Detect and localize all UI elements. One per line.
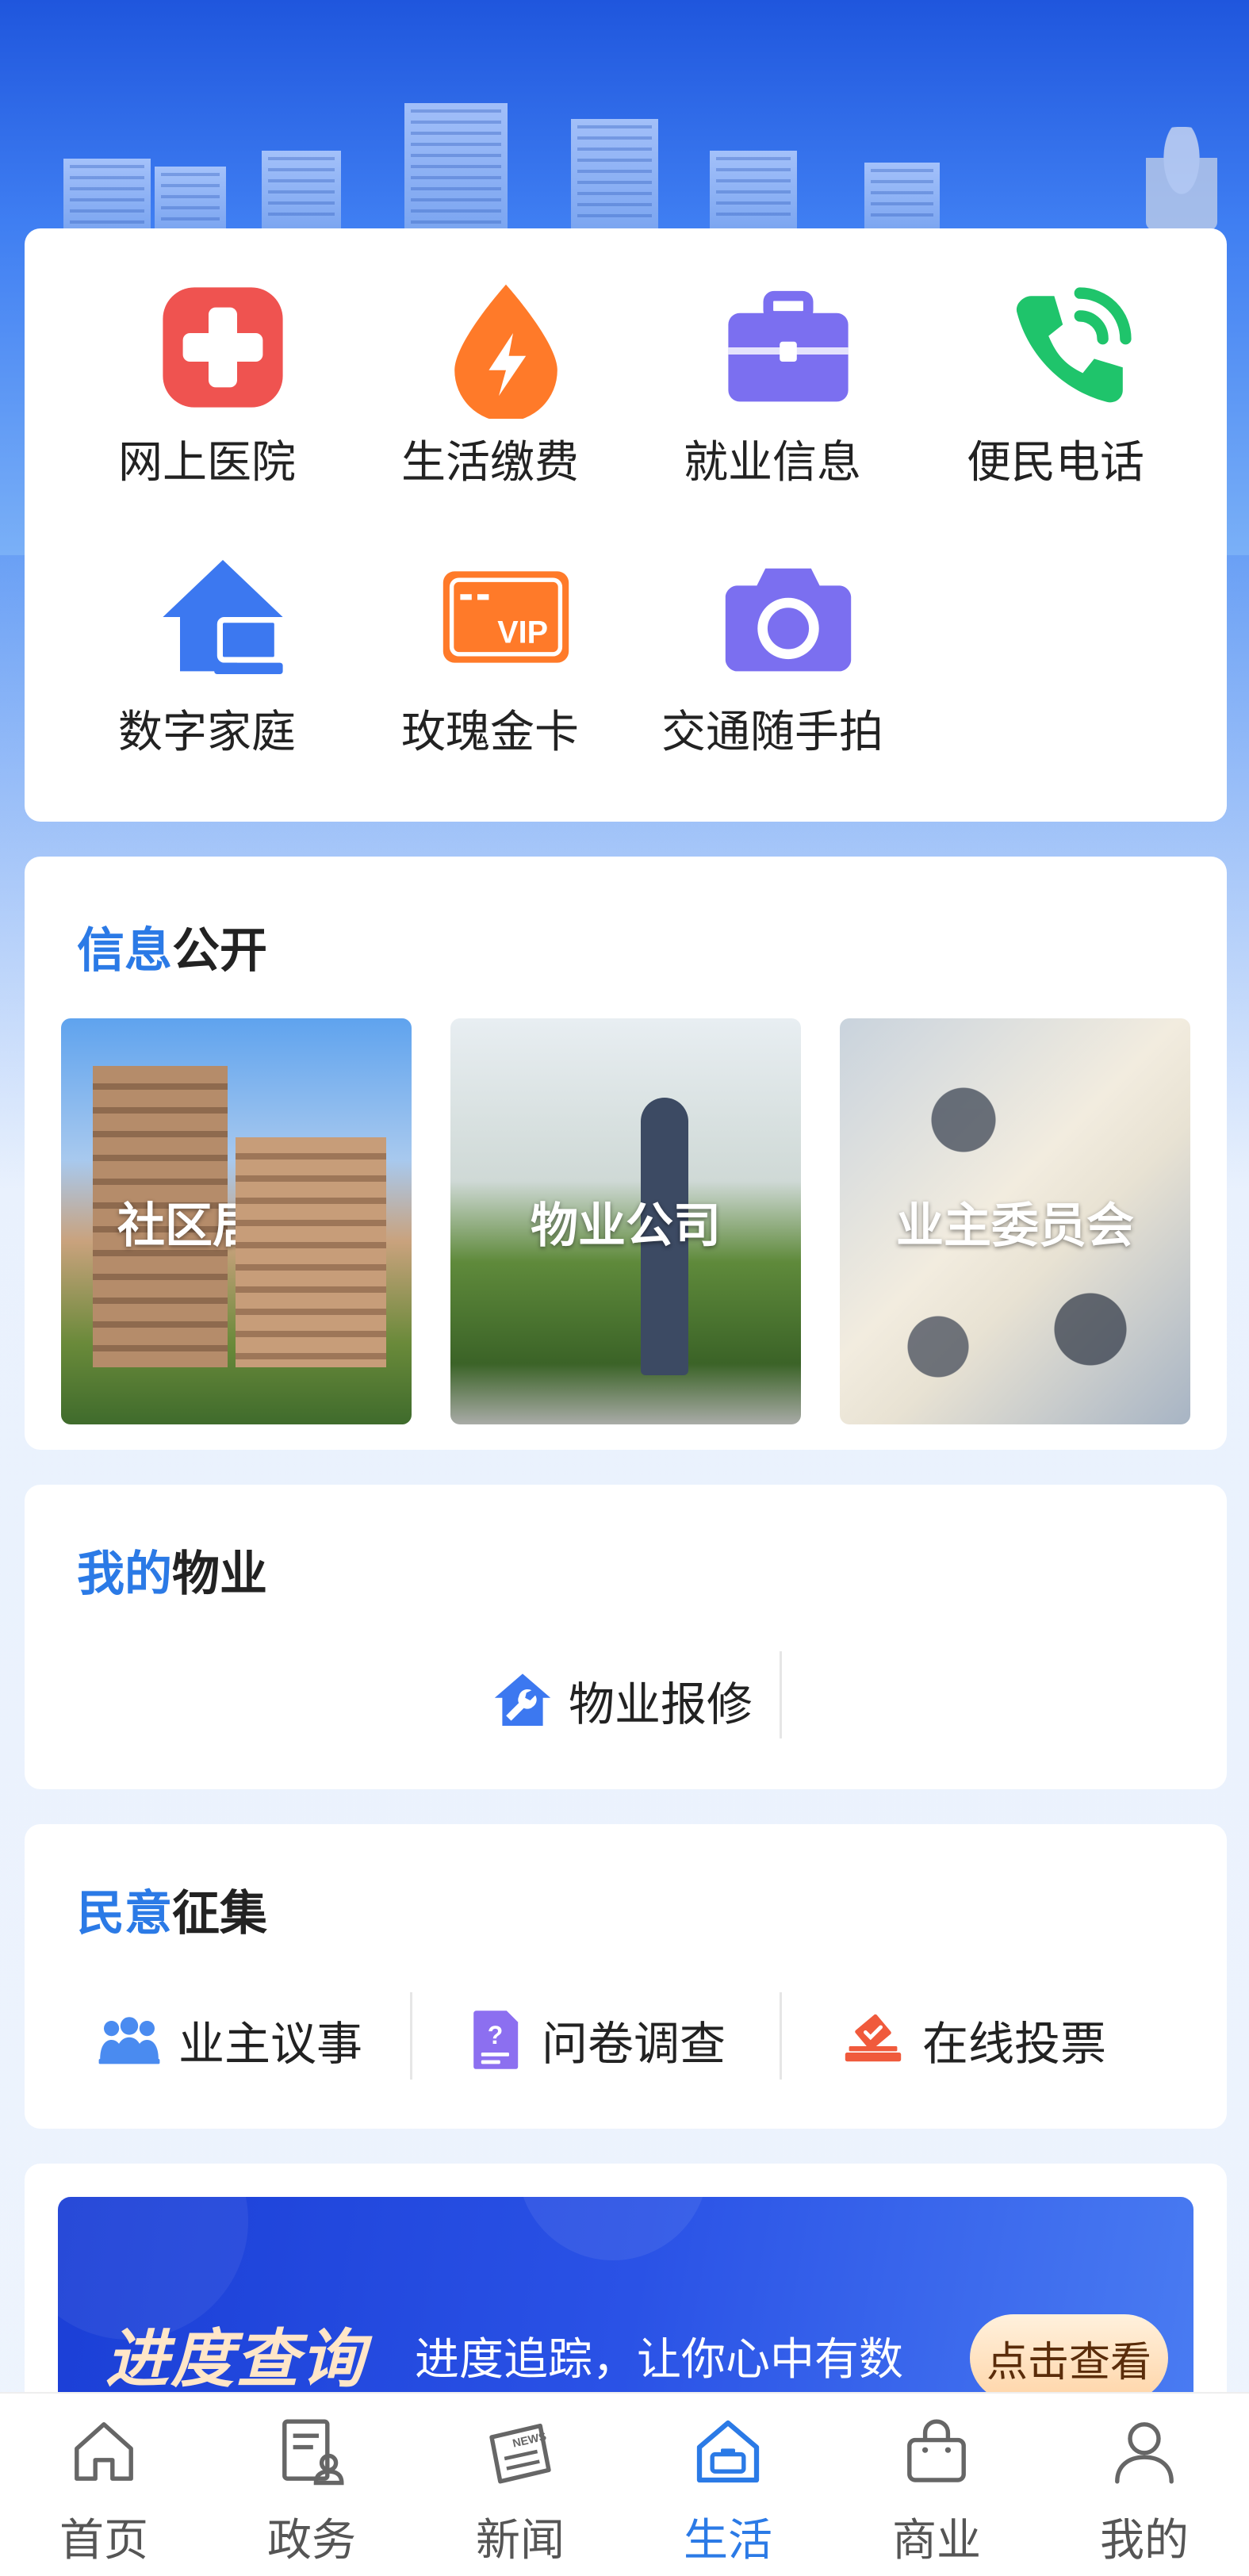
service-label: 生活缴费 [401, 437, 579, 489]
skyline-building [63, 159, 151, 230]
home-computer-icon [163, 560, 283, 674]
government-doc-icon [282, 2419, 344, 2486]
service-label: 便民电话 [967, 437, 1144, 489]
section-title-rest: 公开 [172, 923, 267, 979]
user-icon [1115, 2422, 1174, 2484]
service-label: 就业信息 [684, 437, 861, 489]
shopping-bag-icon [907, 2419, 966, 2482]
skyline-building [710, 151, 797, 230]
service-digital-home[interactable]: 数字家庭 [88, 498, 326, 758]
skyline-building [262, 151, 341, 230]
info-public-card: 信息公开 社区居委会 物业公司 业主委员会 [25, 857, 1227, 1450]
tab-business[interactable]: 商业 [833, 2394, 1040, 2576]
tab-government[interactable]: 政务 [208, 2394, 416, 2576]
section-title: 民意征集 [77, 1875, 267, 1944]
service-rose-gold-card[interactable]: VIP 玫瑰金卡 [371, 498, 609, 758]
service-utility-bills[interactable]: 生活缴费 [371, 228, 609, 489]
svg-text:VIP: VIP [497, 615, 548, 650]
svg-text:?: ? [488, 2021, 504, 2049]
service-label: 玫瑰金卡 [401, 707, 579, 758]
service-label: 网上医院 [118, 437, 296, 489]
tab-news[interactable]: NEWS 新闻 [416, 2394, 624, 2576]
online-voting-button[interactable]: 在线投票 [841, 2000, 1106, 2080]
divider [410, 1992, 412, 2080]
tab-label: 商业 [892, 2515, 981, 2566]
tile-label: 社区居委会 [117, 1198, 355, 1254]
life-icon [696, 2420, 760, 2483]
property-repair-button[interactable]: 物业报修 [491, 1659, 753, 1742]
service-label: 数字家庭 [118, 707, 296, 758]
divider [780, 1651, 782, 1738]
my-property-card: 我的物业 物业报修 [25, 1485, 1227, 1789]
online-voting-label: 在线投票 [922, 2017, 1107, 2071]
service-label: 交通随手拍 [661, 707, 883, 758]
skyline-building [864, 163, 940, 230]
newspaper-icon: NEWS [489, 2423, 551, 2484]
divider [780, 1992, 782, 2080]
tab-label: 生活 [684, 2515, 772, 2566]
tab-mine[interactable]: 我的 [1040, 2394, 1248, 2576]
questionnaire-icon: ? [473, 2011, 519, 2069]
section-title: 我的物业 [77, 1535, 267, 1604]
tile-property-company[interactable]: 物业公司 [450, 1018, 801, 1424]
decor-circle [518, 2197, 708, 2260]
tab-label: 新闻 [476, 2515, 565, 2566]
tile-owners-committee[interactable]: 业主委员会 [840, 1018, 1190, 1424]
service-employment-info[interactable]: 就业信息 [653, 228, 891, 489]
section-title-rest: 征集 [172, 1886, 267, 1942]
progress-query-subtitle: 进度追踪，让你心中有数 [415, 2334, 903, 2386]
tab-home[interactable]: 首页 [0, 2394, 208, 2576]
section-title-highlight: 信息 [77, 923, 172, 979]
questionnaire-button[interactable]: ? 问卷调查 [469, 2000, 726, 2080]
service-traffic-photo[interactable]: 交通随手拍 [653, 498, 891, 758]
people-group-icon [98, 2017, 160, 2064]
skyline-building [571, 119, 658, 230]
skyline-building [155, 167, 226, 230]
house-wrench-icon [494, 1673, 551, 1726]
owner-discussion-button[interactable]: 业主议事 [98, 2000, 362, 2080]
tab-label: 首页 [59, 2515, 148, 2566]
lightning-drop-icon [454, 284, 557, 419]
service-online-hospital[interactable]: 网上医院 [88, 228, 326, 489]
tile-community-committee[interactable]: 社区居委会 [61, 1018, 412, 1424]
service-public-phone[interactable]: 便民电话 [937, 228, 1174, 489]
public-opinion-card: 民意征集 业主议事 ? 问卷调查 在线投票 [25, 1824, 1227, 2129]
property-repair-label: 物业报修 [569, 1677, 753, 1731]
owner-discussion-label: 业主议事 [178, 2017, 363, 2071]
section-title-highlight: 我的 [77, 1547, 172, 1602]
tab-label: 政务 [267, 2515, 356, 2566]
tab-label: 我的 [1100, 2515, 1189, 2566]
bottom-tab-bar: 首页 政务 NEWS 新闻 生活 商业 我的 [0, 2392, 1249, 2576]
home-icon [75, 2422, 133, 2481]
tile-label: 物业公司 [531, 1198, 721, 1254]
tab-life[interactable]: 生活 [624, 2394, 832, 2576]
statue-silhouette [1146, 127, 1217, 230]
skyline-building [404, 103, 508, 230]
section-title-highlight: 民意 [77, 1886, 172, 1942]
hospital-cross-icon [163, 287, 283, 408]
questionnaire-label: 问卷调查 [542, 2017, 726, 2071]
progress-query-title: 进度查询 [105, 2322, 366, 2396]
briefcase-icon [728, 290, 849, 402]
services-card: 网上医院 生活缴费 就业信息 便民电话 数字家庭 VIP 玫瑰金卡 交通随手拍 [25, 228, 1227, 822]
vip-card-icon: VIP [443, 571, 569, 663]
ballot-box-icon [845, 2014, 902, 2062]
section-title-rest: 物业 [172, 1547, 267, 1602]
camera-icon [725, 568, 852, 672]
tile-label: 业主委员会 [896, 1198, 1134, 1254]
phone-icon [1016, 287, 1132, 403]
view-details-button[interactable]: 点击查看 [970, 2314, 1168, 2402]
section-title: 信息公开 [77, 912, 267, 981]
